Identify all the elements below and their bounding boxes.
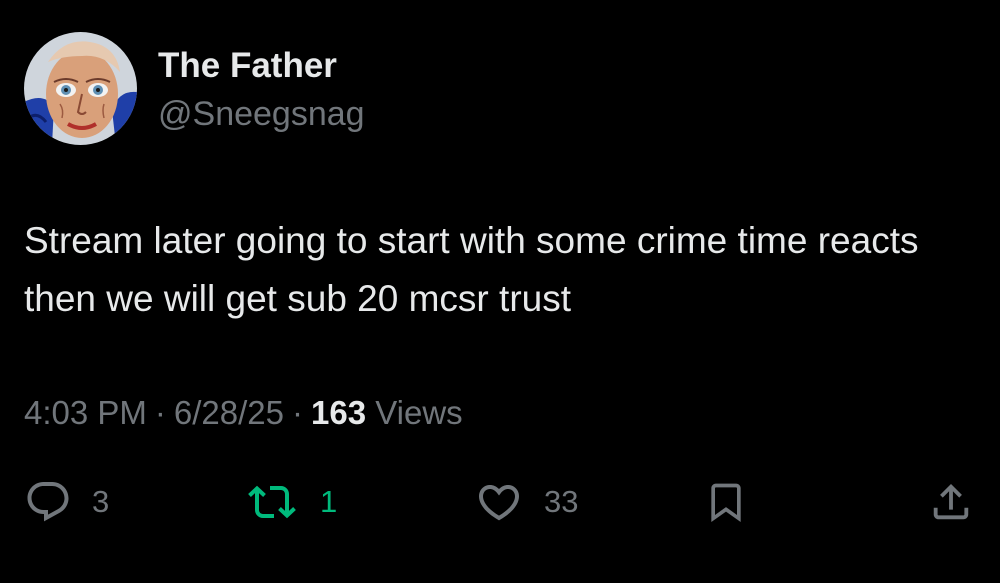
tweet-meta: 4:03 PM · 6/28/25 · 163 Views xyxy=(24,390,463,436)
bookmark-icon xyxy=(711,483,741,523)
retweet-icon xyxy=(248,485,296,519)
views-label: Views xyxy=(375,394,463,431)
reply-count: 3 xyxy=(92,484,110,519)
reply-button[interactable]: 3 xyxy=(24,478,109,526)
display-name[interactable]: The Father xyxy=(158,44,337,88)
tweet-date[interactable]: 6/28/25 xyxy=(174,394,284,431)
share-button[interactable] xyxy=(928,478,974,526)
tweet-time[interactable]: 4:03 PM xyxy=(24,394,147,431)
like-button[interactable]: 33 xyxy=(474,478,578,526)
tweet-text: Stream later going to start with some cr… xyxy=(24,220,919,319)
meta-separator: · xyxy=(154,394,166,431)
avatar-image xyxy=(24,32,137,145)
bookmark-button[interactable] xyxy=(704,478,748,526)
retweet-count: 1 xyxy=(320,484,338,519)
retweet-button[interactable]: 1 xyxy=(244,478,337,526)
views-count: 163 xyxy=(311,394,367,431)
heart-icon xyxy=(478,485,520,521)
avatar[interactable] xyxy=(24,32,137,145)
share-icon xyxy=(933,483,969,520)
like-count: 33 xyxy=(544,484,579,519)
meta-separator: · xyxy=(292,394,304,431)
reply-icon xyxy=(27,482,69,522)
user-handle[interactable]: @Sneegsnag xyxy=(158,92,365,136)
